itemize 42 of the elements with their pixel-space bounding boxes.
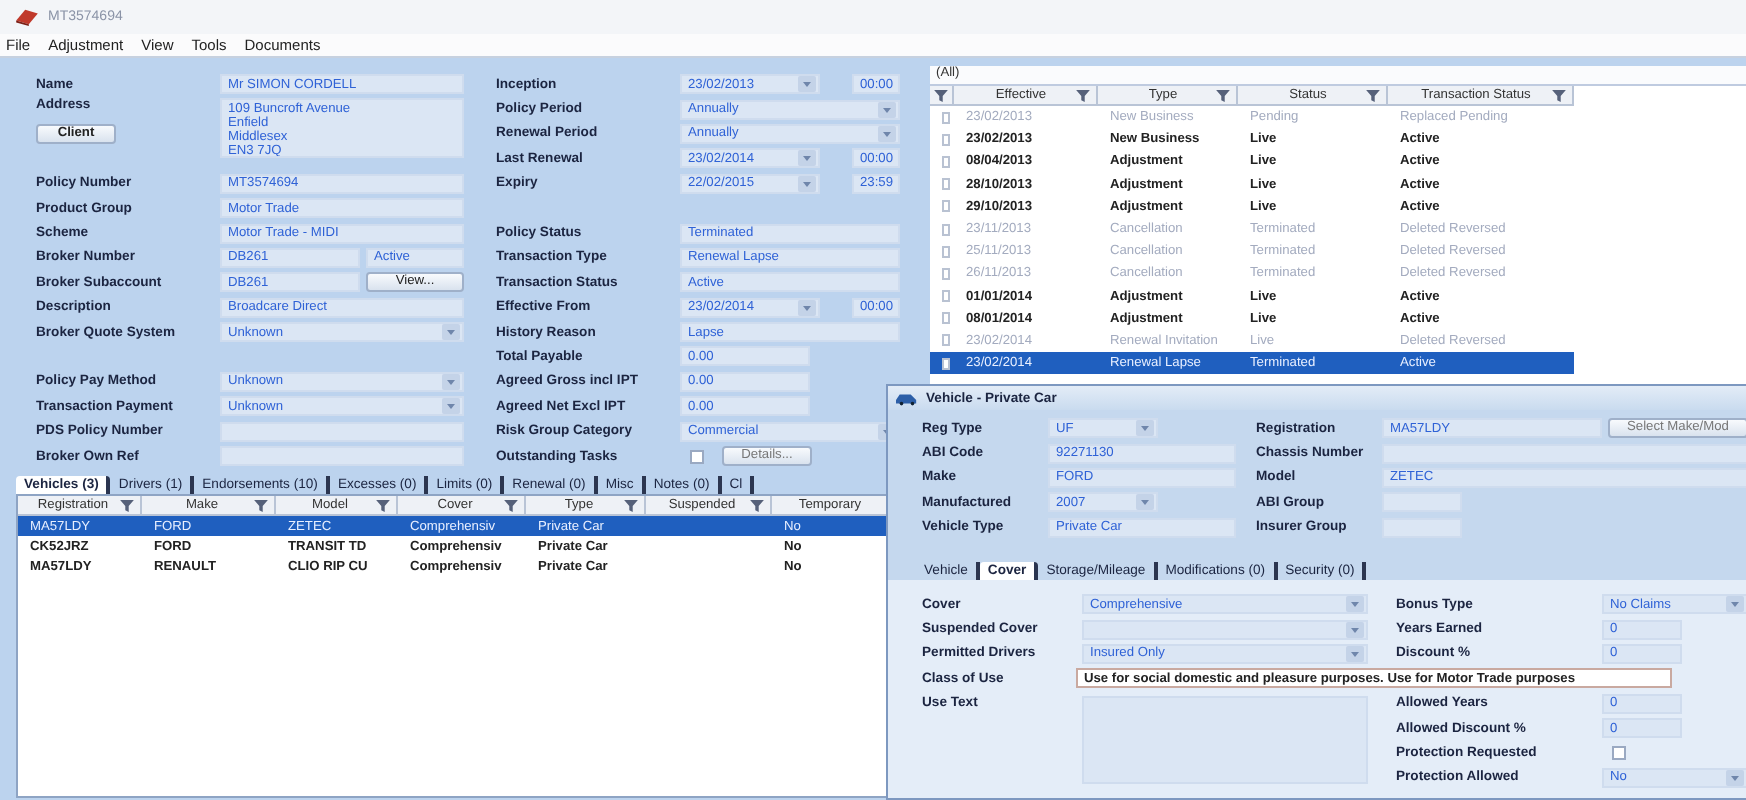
- row-checkbox[interactable]: [942, 178, 950, 191]
- dropdown-arrow-icon[interactable]: [442, 324, 460, 341]
- filter-icon[interactable]: [624, 499, 638, 511]
- row-checkbox[interactable]: [942, 357, 950, 370]
- checkbox[interactable]: [690, 449, 704, 464]
- row-checkbox[interactable]: [942, 290, 950, 303]
- filter-icon[interactable]: [750, 499, 764, 511]
- row-checkbox[interactable]: [942, 111, 950, 124]
- dropdown-arrow-icon[interactable]: [1346, 621, 1364, 638]
- row-checkbox[interactable]: [942, 223, 950, 236]
- filter-icon[interactable]: [120, 499, 134, 511]
- dropdown-arrow-icon[interactable]: [798, 76, 816, 93]
- dropdown-arrow-icon[interactable]: [798, 150, 816, 167]
- dropdown-arrow-icon[interactable]: [798, 175, 816, 192]
- row-checkbox[interactable]: [942, 312, 950, 325]
- dropdown-field[interactable]: [1082, 619, 1368, 640]
- car-icon: [896, 391, 918, 405]
- app-icon: [16, 8, 38, 26]
- checkbox[interactable]: [1612, 745, 1626, 760]
- filter-icon[interactable]: [254, 499, 268, 511]
- dropdown-arrow-icon[interactable]: [878, 101, 896, 118]
- filter-icon[interactable]: [504, 499, 518, 511]
- dropdown-arrow-icon[interactable]: [1726, 596, 1744, 613]
- dropdown-arrow-icon[interactable]: [1726, 769, 1744, 786]
- row-checkbox[interactable]: [942, 200, 950, 213]
- dropdown-arrow-icon[interactable]: [442, 373, 460, 390]
- dropdown-arrow-icon[interactable]: [1136, 420, 1154, 437]
- column-header[interactable]: [930, 86, 954, 104]
- row-checkbox[interactable]: [942, 334, 950, 347]
- dropdown-arrow-icon[interactable]: [878, 125, 896, 142]
- row-checkbox[interactable]: [942, 245, 950, 258]
- filter-icon[interactable]: [376, 499, 390, 511]
- dropdown-arrow-icon[interactable]: [1346, 645, 1364, 662]
- row-checkbox[interactable]: [942, 155, 950, 168]
- dropdown-arrow-icon[interactable]: [798, 299, 816, 316]
- dropdown-arrow-icon[interactable]: [1136, 494, 1154, 511]
- dropdown-arrow-icon[interactable]: [442, 398, 460, 415]
- input-field[interactable]: [220, 421, 464, 442]
- input-field[interactable]: [220, 446, 464, 467]
- row-checkbox[interactable]: [942, 267, 950, 280]
- row-checkbox[interactable]: [942, 133, 950, 146]
- dropdown-arrow-icon[interactable]: [1346, 596, 1364, 613]
